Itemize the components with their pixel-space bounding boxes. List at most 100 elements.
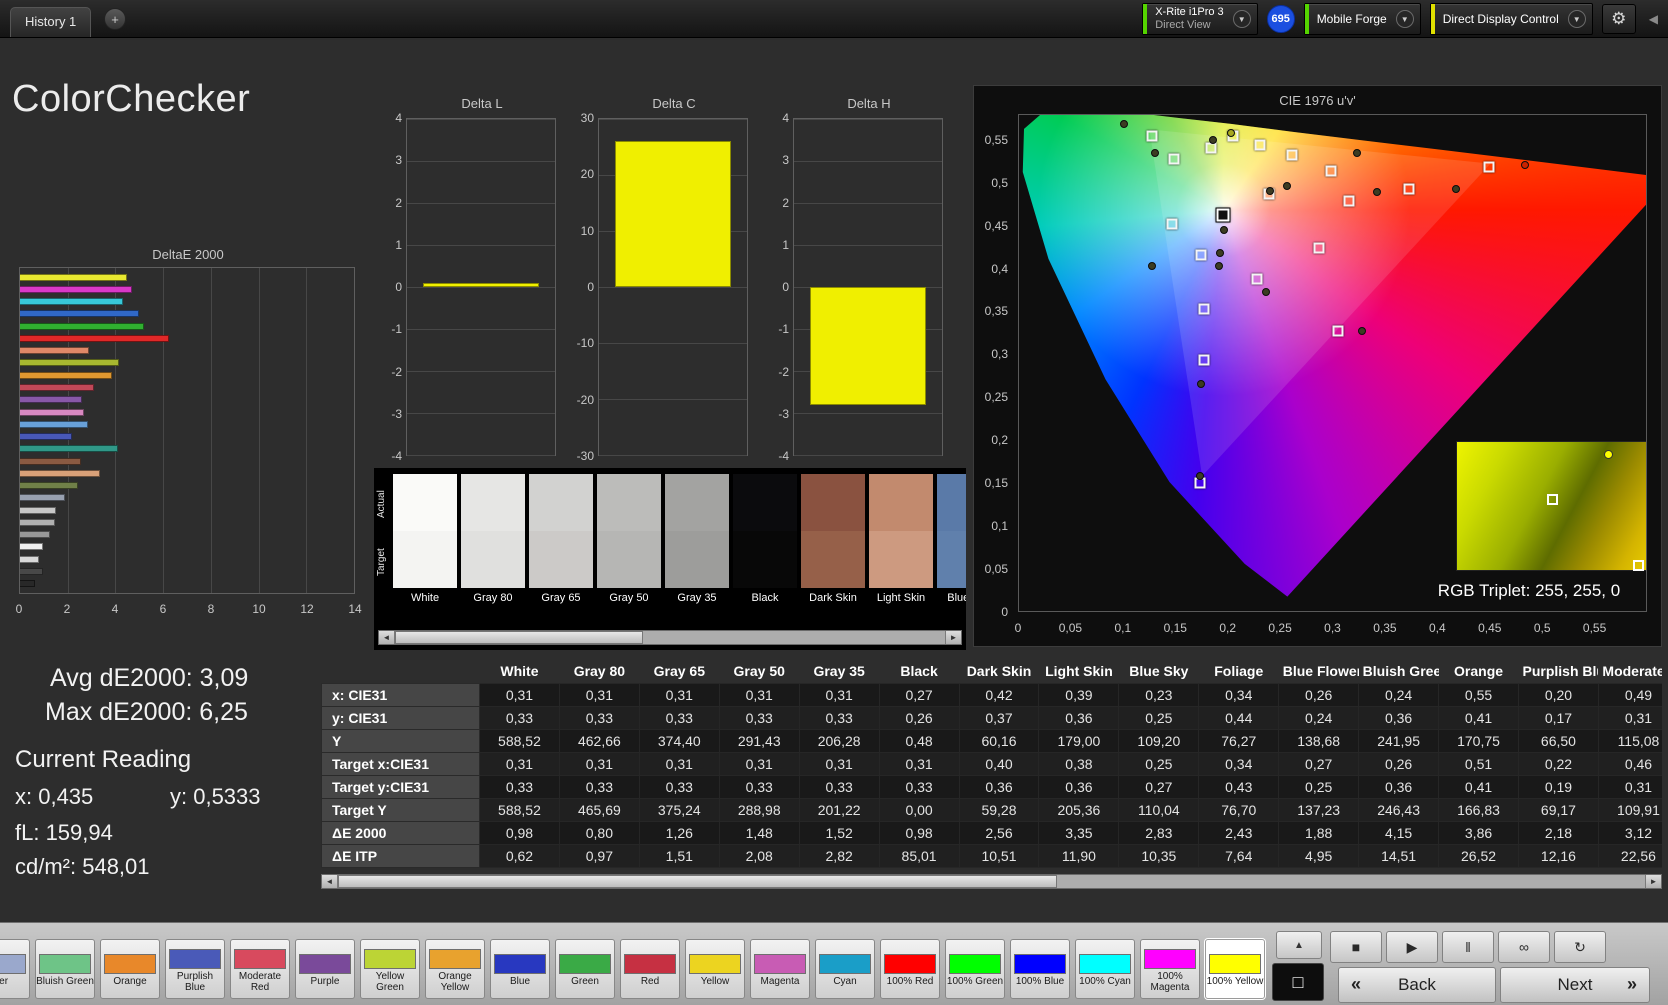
patch-button-100-blue[interactable]: 100% Blue — [1010, 939, 1070, 999]
patch-button-orange-yellow[interactable]: Orange Yellow — [425, 939, 485, 999]
cie-1976-panel: CIE 1976 u'v' 0 0,05 0,1 0,15 0,2 0,25 0,3 0,35… — [973, 85, 1662, 647]
table-cell: 0,36 — [1358, 705, 1440, 730]
table-row: x: CIE31 0,31 0,31 0,31 0,31 0,31 0,27 0,42 0,39… — [321, 682, 1662, 707]
patch-label: 100% Cyan — [1079, 976, 1131, 987]
swatch-name: Gray 35 — [677, 592, 717, 604]
patch-button-cyan[interactable]: Cyan — [815, 939, 875, 999]
scroll-right-icon[interactable]: ► — [945, 631, 961, 644]
swatch-target — [461, 531, 525, 588]
stop-button[interactable]: ■ — [1330, 931, 1382, 963]
pause-button[interactable]: ‖ — [1442, 931, 1494, 963]
deltae-bar — [20, 359, 119, 367]
patch-button-100-red[interactable]: 100% Red — [880, 939, 940, 999]
column-header: Blue Flower — [1282, 663, 1359, 680]
source-selector[interactable]: Mobile Forge ▼ — [1303, 3, 1421, 35]
play-button[interactable]: ▶ — [1386, 931, 1438, 963]
table-cell: 0,31 — [1597, 705, 1662, 730]
scroll-left-icon[interactable]: ◄ — [322, 875, 338, 888]
patch-button-blue[interactable]: Blue — [490, 939, 550, 999]
swatch-dark-skin: Dark Skin — [801, 474, 865, 608]
max-de2000-readout: Max dE2000: 6,25 — [45, 698, 248, 726]
patch-button-100-magenta[interactable]: 100% Magenta — [1140, 939, 1200, 999]
patch-button-wer[interactable]: wer — [0, 939, 30, 999]
patch-button-purplish-blue[interactable]: Purplish Blue — [165, 939, 225, 999]
collapse-panel-icon[interactable]: ◀ — [1645, 12, 1662, 26]
tab-history-1[interactable]: History 1 — [10, 7, 92, 37]
target-row-label: Target — [376, 548, 387, 576]
eject-button[interactable]: ▲ — [1276, 931, 1322, 959]
table-cell: 0,31 — [798, 682, 880, 707]
table-cell: 0,62 — [479, 843, 560, 868]
meter-text: X-Rite i1Pro 3 Direct View — [1155, 6, 1223, 32]
patch-button-100-yellow[interactable]: 100% Yellow — [1205, 939, 1265, 999]
table-cell: 0,24 — [1358, 682, 1440, 707]
add-tab-button[interactable]: + — [104, 8, 126, 30]
back-button[interactable]: « Back — [1338, 967, 1496, 1003]
scrollbar-track[interactable] — [395, 631, 945, 644]
table-cell: 26,52 — [1438, 843, 1519, 868]
table-cell: 291,43 — [718, 728, 800, 753]
display-control-dropdown-icon[interactable]: ▼ — [1567, 10, 1586, 28]
scrollbar-thumb[interactable] — [395, 631, 643, 644]
table-cell: 69,17 — [1517, 797, 1599, 822]
y-tick-label: 0,15 — [984, 476, 1008, 491]
patch-button-red[interactable]: Red — [620, 939, 680, 999]
meter-status-bar — [1143, 4, 1148, 34]
delta-value-bar — [423, 282, 539, 287]
patch-button-green[interactable]: Green — [555, 939, 615, 999]
x-tick-label: 12 — [300, 602, 314, 616]
next-button[interactable]: Next » — [1500, 967, 1650, 1003]
deltae2000-x-axis: 0 2 4 6 8 10 12 14 — [16, 602, 362, 618]
target-marker — [1254, 139, 1266, 151]
continuous-measure-button[interactable]: ∞ — [1498, 931, 1550, 963]
target-marker — [1286, 149, 1298, 161]
deltae-bar-row — [20, 541, 354, 553]
patch-button-bluish-green[interactable]: Bluish Green — [35, 939, 95, 999]
loop-button[interactable]: ↻ — [1554, 931, 1606, 963]
display-control-status-bar — [1430, 4, 1435, 34]
scrollbar-thumb[interactable] — [338, 875, 1057, 888]
measurement-marker — [1357, 327, 1366, 336]
scroll-right-icon[interactable]: ► — [1645, 875, 1661, 888]
table-cell: 1,26 — [638, 820, 720, 845]
patch-button-moderate-red[interactable]: Moderate Red — [230, 939, 290, 999]
table-corner-cell — [322, 660, 480, 683]
swatch-strip-scrollbar[interactable]: ◄ ► — [378, 630, 962, 645]
measurement-marker — [1451, 185, 1460, 194]
meter-dropdown-icon[interactable]: ▼ — [1232, 10, 1251, 28]
pattern-window-button[interactable]: □ — [1272, 963, 1324, 1001]
deltae-bar — [20, 298, 123, 306]
table-scrollbar[interactable]: ◄ ► — [321, 874, 1662, 889]
swatch-blue-sky: Blue Sky — [937, 474, 966, 608]
table-cell: 2,56 — [958, 820, 1040, 845]
avg-de2000-readout: Avg dE2000: 3,09 — [50, 664, 249, 692]
scroll-left-icon[interactable]: ◄ — [379, 631, 395, 644]
cie-x-axis: 0 0,05 0,1 0,15 0,2 0,25 0,3 0,35 0,4 0,45 0,5 0,55 — [1015, 621, 1647, 637]
patch-button-yellow[interactable]: Yellow — [685, 939, 745, 999]
patch-swatch — [884, 954, 936, 974]
display-control-selector[interactable]: Direct Display Control ▼ — [1429, 3, 1593, 35]
table-cell: 0,41 — [1438, 705, 1519, 730]
source-dropdown-icon[interactable]: ▼ — [1395, 10, 1414, 28]
table-cell: 0,31 — [558, 751, 640, 776]
patch-button-purple[interactable]: Purple — [295, 939, 355, 999]
column-header: Gray 65 — [653, 663, 705, 680]
delta-c-plot-area — [598, 118, 748, 456]
patch-button-orange[interactable]: Orange — [100, 939, 160, 999]
patch-button-100-green[interactable]: 100% Green — [945, 939, 1005, 999]
meter-selector[interactable]: X-Rite i1Pro 3 Direct View ▼ — [1142, 3, 1258, 35]
table-cell: 76,70 — [1198, 797, 1280, 822]
swatch-name: Gray 50 — [609, 592, 649, 604]
measurement-marker — [1214, 261, 1223, 270]
swatch-actual — [529, 474, 593, 531]
patch-swatch — [364, 948, 416, 969]
table-row: Target y:CIE31 0,33 0,33 0,33 0,33 0,33 0,33 0,… — [321, 774, 1662, 799]
patch-button-100-cyan[interactable]: 100% Cyan — [1075, 939, 1135, 999]
deltae-bar-row — [20, 492, 354, 504]
scrollbar-track[interactable] — [338, 875, 1645, 888]
settings-gear-icon[interactable]: ⚙ — [1601, 4, 1636, 34]
gridline — [794, 119, 942, 120]
patch-button-yellow-green[interactable]: Yellow Green — [360, 939, 420, 999]
patch-button-magenta[interactable]: Magenta — [750, 939, 810, 999]
gridline — [407, 413, 555, 414]
